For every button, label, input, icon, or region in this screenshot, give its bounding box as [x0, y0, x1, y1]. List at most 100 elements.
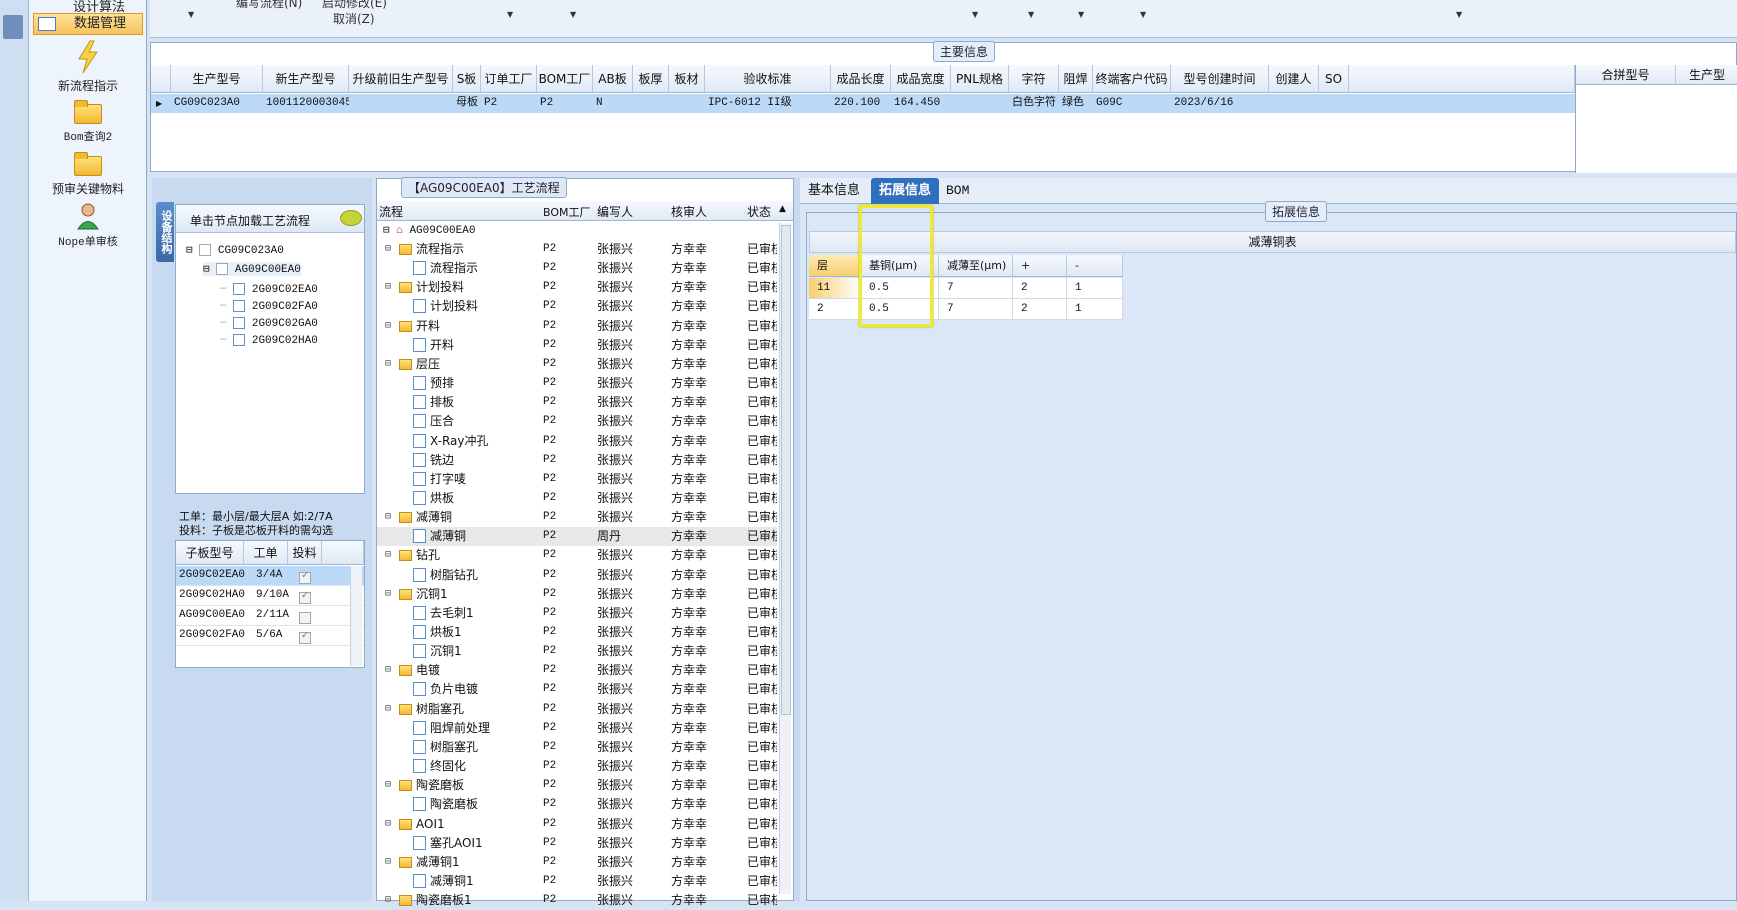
sub-table-row[interactable]: 2G09C02HA0 9/10A — [176, 586, 364, 606]
ext-col-header[interactable]: 层 — [809, 255, 861, 277]
expand-icon[interactable]: ⊟ — [385, 776, 391, 795]
main-col-header[interactable]: 升级前旧生产型号 — [349, 65, 453, 93]
main-col-header[interactable]: AB板 — [593, 65, 633, 93]
sub-table-scrollbar[interactable] — [350, 566, 362, 666]
flow-row[interactable]: ⊟ 陶瓷磨板 P2 张振兴 方幸幸 已审核 — [377, 776, 777, 795]
flow-row[interactable]: 打字唛 P2 张振兴 方幸幸 已审核 — [377, 470, 777, 489]
expand-icon[interactable]: ⊟ — [385, 853, 391, 872]
main-info-cell[interactable]: N — [593, 94, 633, 113]
flow-col-writer[interactable]: 编写人 — [597, 203, 633, 220]
expand-icon[interactable]: ⊟ — [385, 355, 391, 374]
expand-icon[interactable]: ⊟ — [385, 546, 391, 565]
nav-item-data-management[interactable]: 数据管理 — [33, 13, 143, 35]
flow-row[interactable]: 压合 P2 张振兴 方幸幸 已审核 — [377, 412, 777, 431]
main-info-cell[interactable]: 10011200030453 — [263, 94, 349, 113]
flow-row[interactable]: X-Ray冲孔 P2 张振兴 方幸幸 已审核 — [377, 432, 777, 451]
production-model-header[interactable]: 生产型 — [1676, 65, 1737, 85]
merge-model-header[interactable]: 合拼型号 — [1576, 65, 1676, 85]
main-info-cell[interactable]: 2023/6/16 — [1171, 94, 1269, 113]
main-info-cell[interactable]: 白色字符 — [1009, 94, 1059, 113]
main-info-cell[interactable]: IPC-6012 II级 — [705, 94, 831, 113]
main-col-header[interactable]: 订单工厂 — [481, 65, 537, 93]
main-col-header[interactable]: 成品长度 — [831, 65, 891, 93]
sub-col-header[interactable]: 工单 — [244, 541, 288, 565]
main-col-header[interactable]: 板材 — [669, 65, 705, 93]
bom-query-button[interactable]: Bom查询2 — [29, 100, 147, 144]
flow-row[interactable]: 沉铜1 P2 张振兴 方幸幸 已审核 — [377, 642, 777, 661]
ext-cell[interactable]: 1 — [1067, 278, 1123, 299]
main-col-header[interactable]: 生产型号 — [171, 65, 263, 93]
expand-icon[interactable]: ⊟ — [385, 317, 391, 336]
flow-row[interactable]: 陶瓷磨板 P2 张振兴 方幸幸 已审核 — [377, 795, 777, 814]
flow-col-bom[interactable]: BOM工厂 — [543, 204, 591, 220]
scroll-up-arrow-icon[interactable]: ▲ — [779, 204, 786, 214]
flow-row[interactable]: ⊟ 电镀 P2 张振兴 方幸幸 已审核 — [377, 661, 777, 680]
flow-row[interactable]: 流程指示 P2 张振兴 方幸幸 已审核 — [377, 259, 777, 278]
feed-checkbox[interactable] — [299, 630, 311, 644]
flow-row[interactable]: 阻焊前处理 P2 张振兴 方幸幸 已审核 — [377, 719, 777, 738]
ext-cell[interactable]: 2 — [1013, 278, 1067, 299]
main-col-header[interactable]: 型号创建时间 — [1171, 65, 1269, 93]
tab-bom[interactable]: BOM — [938, 178, 977, 204]
expand-icon[interactable]: ⊟ — [385, 700, 391, 719]
main-info-cell[interactable] — [633, 94, 669, 113]
flow-row[interactable]: 排板 P2 张振兴 方幸幸 已审核 — [377, 393, 777, 412]
main-col-header[interactable]: 成品宽度 — [891, 65, 951, 93]
main-info-cell[interactable]: 母板 — [453, 94, 481, 113]
expand-icon[interactable]: ⊟ — [385, 240, 391, 259]
flow-row[interactable]: 铣边 P2 张振兴 方幸幸 已审核 — [377, 451, 777, 470]
main-info-cell[interactable]: CG09C023A0 — [171, 94, 263, 113]
flow-row[interactable]: 计划投料 P2 张振兴 方幸幸 已审核 — [377, 297, 777, 316]
ext-cell[interactable]: 2 — [809, 299, 861, 320]
flow-row[interactable]: 预排 P2 张振兴 方幸幸 已审核 — [377, 374, 777, 393]
main-info-cell[interactable]: P2 — [537, 94, 593, 113]
flow-row[interactable]: ⊟ 减薄铜1 P2 张振兴 方幸幸 已审核 — [377, 853, 777, 872]
tab-basic-info[interactable]: 基本信息 — [800, 178, 868, 204]
expand-icon[interactable]: ⊟ — [385, 815, 391, 834]
flow-scroll-thumb[interactable] — [781, 225, 791, 715]
ext-col-header[interactable]: + — [1013, 255, 1067, 277]
edit-flow-menu[interactable]: 编写流程(N) — [236, 0, 302, 11]
feed-checkbox[interactable] — [299, 611, 311, 624]
flow-row[interactable]: ⊟ 计划投料 P2 张振兴 方幸幸 已审核 — [377, 278, 777, 297]
flow-col-process[interactable]: 流程 — [379, 203, 403, 220]
flow-row[interactable]: 开料 P2 张振兴 方幸幸 已审核 — [377, 336, 777, 355]
main-col-header[interactable]: 阻焊 — [1059, 65, 1093, 93]
flow-row[interactable]: 树脂塞孔 P2 张振兴 方幸幸 已审核 — [377, 738, 777, 757]
ext-cell[interactable]: 7 — [939, 299, 1013, 320]
flow-row[interactable]: ⊟ 层压 P2 张振兴 方幸幸 已审核 — [377, 355, 777, 374]
flow-row[interactable]: ⊟ 开料 P2 张振兴 方幸幸 已审核 — [377, 317, 777, 336]
sub-table-row[interactable]: AG09C00EA0 2/11A — [176, 606, 364, 626]
tree-child-node[interactable]: ⊟ AG09C00EA0 — [203, 262, 301, 276]
flow-col-reviewer[interactable]: 核审人 — [671, 203, 707, 220]
main-info-cell[interactable] — [349, 94, 453, 113]
sub-table-row[interactable]: 2G09C02FA0 5/6A — [176, 626, 364, 646]
main-col-header[interactable]: 板厚 — [633, 65, 669, 93]
tree-leaf-node[interactable]: ┄ 2G09C02GA0 — [220, 316, 318, 330]
flow-row[interactable]: 减薄铜 P2 周丹 方幸幸 已审核 — [377, 527, 777, 547]
flow-root-node[interactable]: ⊟ ⌂ AG09C00EA0 — [383, 223, 475, 237]
flow-row[interactable]: ⊟ 流程指示 P2 张振兴 方幸幸 已审核 — [377, 240, 777, 259]
flow-row[interactable]: ⊟ 钻孔 P2 张振兴 方幸幸 已审核 — [377, 546, 777, 565]
sub-col-header[interactable]: 子板型号 — [176, 541, 244, 565]
main-info-cell[interactable]: G09C — [1093, 94, 1171, 113]
main-info-cell[interactable]: P2 — [481, 94, 537, 113]
flow-row[interactable]: 去毛刺1 P2 张振兴 方幸幸 已审核 — [377, 604, 777, 623]
flow-row[interactable]: ⊟ 减薄铜 P2 张振兴 方幸幸 已审核 — [377, 508, 777, 527]
expand-icon[interactable]: ⊟ — [385, 508, 391, 527]
main-info-cell[interactable]: 164.450 — [891, 94, 951, 113]
main-col-header[interactable]: BOM工厂 — [537, 65, 593, 93]
new-flow-button[interactable]: 新流程指示 — [29, 40, 147, 94]
chevron-down-icon[interactable]: ▼ — [188, 10, 194, 19]
flow-col-status[interactable]: 状态 — [747, 203, 771, 220]
cancel-menu[interactable]: 取消(Z) — [333, 10, 375, 27]
main-col-header[interactable]: SO — [1319, 65, 1349, 93]
ext-col-header[interactable]: - — [1067, 255, 1123, 277]
chevron-down-icon[interactable]: ▼ — [1028, 10, 1034, 19]
ext-cell[interactable]: 11 — [809, 278, 861, 299]
flow-row[interactable]: ⊟ 树脂塞孔 P2 张振兴 方幸幸 已审核 — [377, 700, 777, 719]
ext-col-header[interactable]: 减薄至(μm) — [939, 255, 1013, 277]
tab-extended-info[interactable]: 拓展信息 — [871, 178, 940, 204]
flow-scrollbar[interactable] — [779, 223, 791, 894]
tree-root-node[interactable]: ⊟ CG09C023A0 — [186, 243, 284, 257]
